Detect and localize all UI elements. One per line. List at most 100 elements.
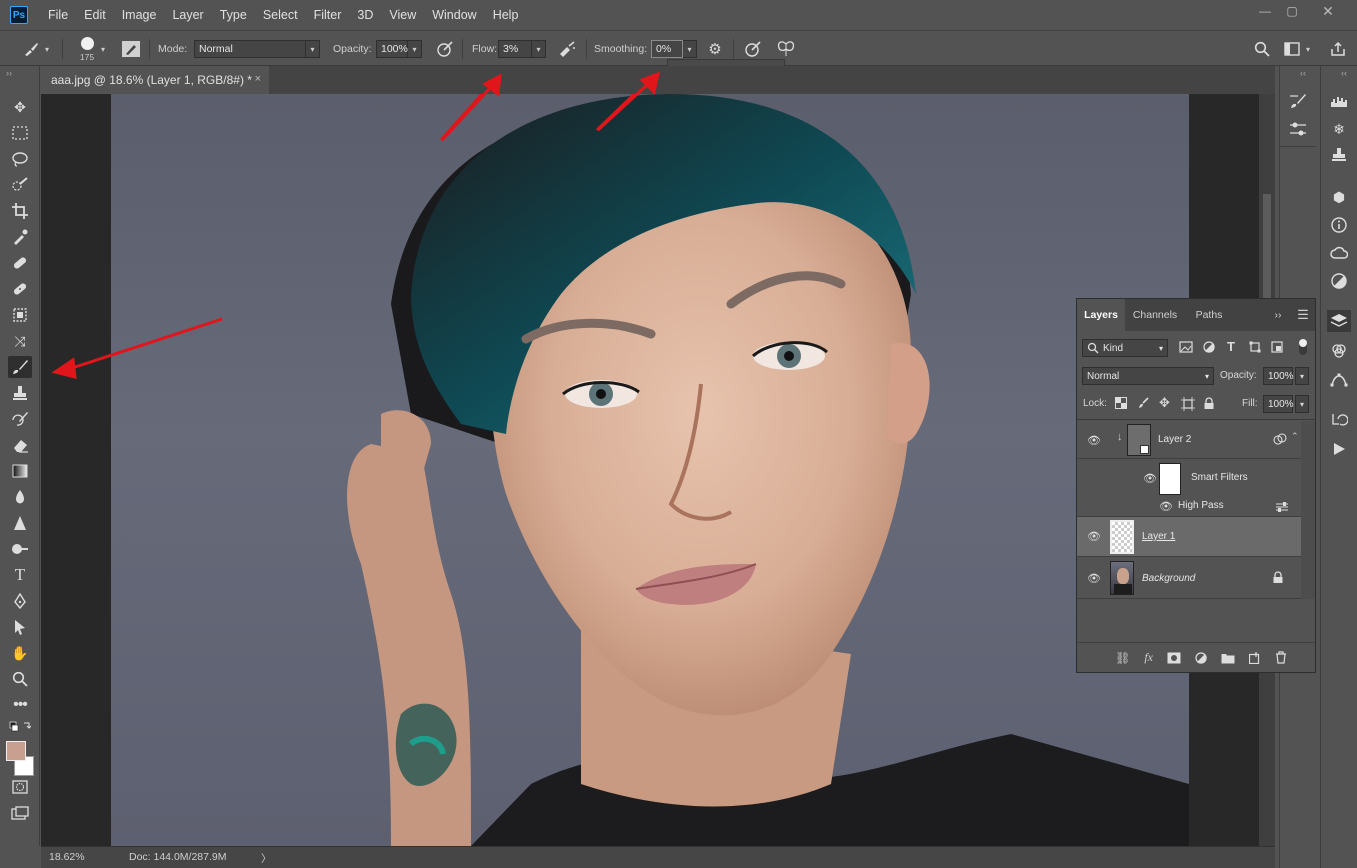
menu-edit[interactable]: Edit: [76, 0, 114, 30]
brush-picker-dropdown-icon[interactable]: ▾: [101, 31, 105, 67]
content-aware-move-icon[interactable]: ⤨: [8, 330, 32, 352]
filter-kind-dropdown-icon[interactable]: ▾: [1159, 344, 1163, 353]
layer-row-background[interactable]: 👁 Background: [1077, 557, 1301, 599]
tab-paths[interactable]: Paths: [1185, 299, 1233, 331]
layer-style-fx-icon[interactable]: fx: [1144, 650, 1153, 665]
status-menu-arrow-icon[interactable]: 〉: [261, 851, 272, 866]
visibility-eye-icon[interactable]: 👁: [1143, 473, 1157, 485]
quick-selection-icon[interactable]: [8, 174, 32, 196]
filter-row-high-pass[interactable]: 👁 High Pass: [1077, 497, 1301, 517]
new-adjustment-layer-icon[interactable]: [1195, 651, 1207, 664]
more-icon[interactable]: •••: [8, 694, 32, 716]
menu-select[interactable]: Select: [255, 0, 306, 30]
fill-dropdown-icon[interactable]: ▾: [1295, 395, 1309, 413]
filter-pixel-icon[interactable]: [1179, 341, 1193, 353]
lasso-icon[interactable]: [8, 148, 32, 170]
adjustments-icon[interactable]: [1327, 270, 1351, 292]
airbrush-icon[interactable]: [556, 31, 578, 67]
tool-preset-dropdown-icon[interactable]: ▾: [45, 31, 49, 67]
delete-layer-icon[interactable]: [1275, 651, 1287, 664]
histogram-icon[interactable]: [1327, 90, 1351, 112]
mode-select[interactable]: Normal: [194, 40, 306, 58]
hand-icon[interactable]: ✋: [8, 642, 32, 664]
default-colors-icon[interactable]: [8, 720, 32, 734]
crop-icon[interactable]: [8, 200, 32, 222]
share-icon[interactable]: [1328, 31, 1348, 67]
paths-icon[interactable]: [1327, 368, 1351, 390]
link-layers-icon[interactable]: ⛓: [1115, 651, 1130, 665]
visibility-eye-icon[interactable]: 👁: [1087, 573, 1101, 585]
menu-layer[interactable]: Layer: [164, 0, 211, 30]
actions-play-icon[interactable]: [1327, 438, 1351, 460]
document-tab[interactable]: aaa.jpg @ 18.6% (Layer 1, RGB/8#) * ×: [41, 66, 269, 94]
navigator-icon[interactable]: ❄: [1327, 118, 1351, 140]
add-mask-icon[interactable]: [1167, 652, 1181, 664]
flow-field[interactable]: 3%: [498, 40, 532, 58]
menu-filter[interactable]: Filter: [306, 0, 350, 30]
blend-mode-dropdown-icon[interactable]: ▾: [1205, 372, 1209, 381]
filter-type-icon[interactable]: T: [1227, 339, 1235, 354]
maximize-icon[interactable]: ▢: [1275, 0, 1309, 22]
creative-cloud-libraries-icon[interactable]: [1327, 242, 1351, 264]
visibility-eye-icon[interactable]: 👁: [1159, 501, 1173, 513]
menu-type[interactable]: Type: [212, 0, 255, 30]
collapse-effects-icon[interactable]: ⌃: [1291, 431, 1299, 442]
patch-icon[interactable]: [8, 304, 32, 326]
tab-layers[interactable]: Layers: [1077, 299, 1125, 331]
opacity-dropdown-icon[interactable]: ▾: [408, 40, 422, 58]
search-icon[interactable]: [1252, 31, 1272, 67]
layers-panel-icon[interactable]: [1327, 310, 1351, 332]
adjustments-sliders-icon[interactable]: [1286, 118, 1310, 140]
layers-scrollbar[interactable]: [1301, 421, 1315, 599]
filter-toggle[interactable]: [1299, 339, 1307, 355]
lock-transparent-icon[interactable]: [1115, 397, 1127, 409]
history-brush-icon[interactable]: [8, 408, 32, 430]
smart-filter-indicator-icon[interactable]: [1273, 433, 1287, 445]
blend-mode-select[interactable]: Normal ▾: [1082, 367, 1214, 385]
layer-filter-kind[interactable]: Kind ▾: [1082, 339, 1168, 357]
zoom-level[interactable]: 18.62%: [49, 851, 85, 863]
lock-all-icon[interactable]: [1204, 397, 1214, 409]
blur-icon[interactable]: [8, 486, 32, 508]
history-icon[interactable]: [1327, 408, 1351, 430]
lock-image-icon[interactable]: [1137, 397, 1149, 409]
close-document-icon[interactable]: ×: [255, 73, 261, 85]
layer-row-layer-1[interactable]: 👁 Layer 1: [1077, 517, 1301, 557]
filter-smart-object-icon[interactable]: [1271, 341, 1283, 353]
lock-position-icon[interactable]: ✥: [1159, 395, 1170, 411]
sharpen-icon[interactable]: [8, 512, 32, 534]
new-group-icon[interactable]: [1221, 652, 1235, 664]
visibility-eye-icon[interactable]: 👁: [1087, 435, 1101, 447]
quick-mask-icon[interactable]: [8, 776, 32, 798]
tab-channels[interactable]: Channels: [1125, 299, 1185, 331]
scrollbar-thumb[interactable]: [1263, 194, 1271, 304]
eyedropper-icon[interactable]: [8, 226, 32, 248]
flow-dropdown-icon[interactable]: ▾: [532, 40, 546, 58]
new-layer-icon[interactable]: [1249, 651, 1261, 664]
collapse-toolbar-icon[interactable]: ››: [6, 68, 12, 78]
eraser-icon[interactable]: [8, 434, 32, 456]
opacity-field[interactable]: 100%: [376, 40, 408, 58]
layer-row-layer-2[interactable]: 👁 ↓ Layer 2 ⌃: [1077, 421, 1301, 459]
mode-dropdown-icon[interactable]: ▾: [306, 40, 320, 58]
move-icon[interactable]: ✥: [8, 96, 32, 118]
path-selection-icon[interactable]: [8, 616, 32, 638]
fill-field[interactable]: 100%: [1263, 395, 1294, 413]
clone-source-icon[interactable]: [1327, 144, 1351, 166]
layer-opacity-field[interactable]: 100%: [1263, 367, 1294, 385]
channels-icon[interactable]: [1327, 340, 1351, 362]
collapse-dock-2-icon[interactable]: ‹‹: [1341, 68, 1347, 78]
filter-shape-icon[interactable]: [1249, 341, 1261, 353]
brush-size-picker[interactable]: 175: [74, 31, 100, 67]
stamp-icon[interactable]: [8, 382, 32, 404]
visibility-eye-icon[interactable]: 👁: [1087, 531, 1101, 543]
info-icon[interactable]: [1327, 214, 1351, 236]
marquee-icon[interactable]: [8, 122, 32, 144]
layer-opacity-dropdown-icon[interactable]: ▾: [1295, 367, 1309, 385]
brush-panel-toggle[interactable]: [121, 31, 141, 67]
workspace-dropdown-icon[interactable]: ▾: [1306, 31, 1310, 67]
screen-mode-icon[interactable]: [8, 802, 32, 824]
smart-filters-row[interactable]: 👁 Smart Filters: [1077, 459, 1301, 497]
healing-icon[interactable]: [8, 278, 32, 300]
3d-icon[interactable]: ⬢: [1327, 186, 1351, 208]
